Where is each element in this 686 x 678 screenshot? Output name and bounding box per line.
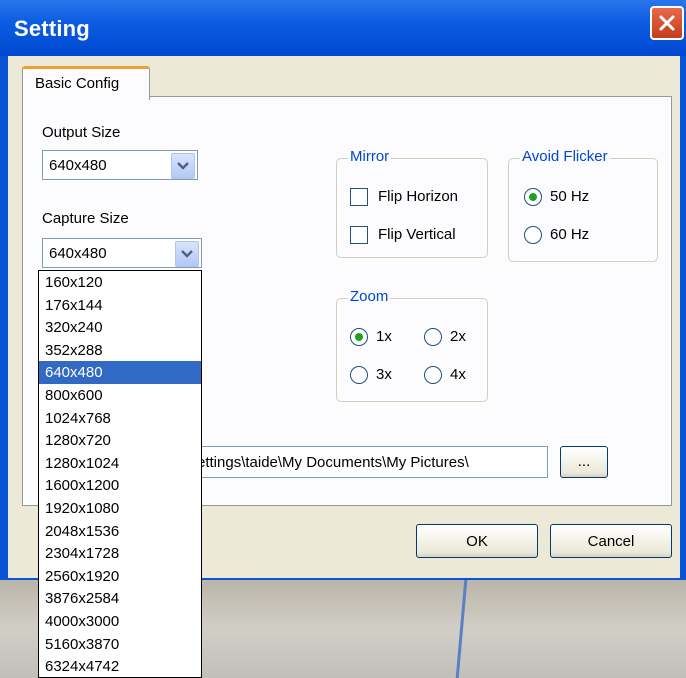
dropdown-option[interactable]: 800x600 bbox=[39, 384, 201, 407]
dropdown-option[interactable]: 176x144 bbox=[39, 294, 201, 317]
dropdown-option[interactable]: 1600x1200 bbox=[39, 474, 201, 497]
avoid-flicker-group bbox=[508, 158, 658, 262]
dropdown-option[interactable]: 3876x2584 bbox=[39, 587, 201, 610]
dropdown-option[interactable]: 1024x768 bbox=[39, 407, 201, 430]
dropdown-option[interactable]: 1920x1080 bbox=[39, 497, 201, 520]
output-size-label: Output Size bbox=[42, 124, 121, 141]
capture-size-label: Capture Size bbox=[42, 210, 129, 227]
chevron-down-icon bbox=[177, 162, 189, 170]
dropdown-option[interactable]: 2560x1920 bbox=[39, 565, 201, 588]
window-title: Setting bbox=[14, 16, 90, 41]
flip-horizon-checkbox[interactable] bbox=[350, 188, 368, 206]
dropdown-option[interactable]: 2048x1536 bbox=[39, 520, 201, 543]
dropdown-option[interactable]: 352x288 bbox=[39, 339, 201, 362]
chevron-down-icon bbox=[181, 250, 193, 258]
dropdown-option[interactable]: 1280x720 bbox=[39, 429, 201, 452]
dropdown-option[interactable]: 6324x4742 bbox=[39, 655, 201, 678]
dropdown-option[interactable]: 4000x3000 bbox=[39, 610, 201, 633]
flip-vertical-checkbox[interactable] bbox=[350, 226, 368, 244]
dropdown-option[interactable]: 640x480 bbox=[39, 361, 201, 385]
radio-60hz-label[interactable]: 60 Hz bbox=[550, 226, 589, 243]
cancel-button[interactable]: Cancel bbox=[550, 524, 672, 558]
capture-size-dropdown-list[interactable]: 160x120 176x144 320x240 352x288 640x480 800x6… bbox=[38, 270, 202, 678]
zoom-legend: Zoom bbox=[348, 288, 391, 305]
ok-button[interactable]: OK bbox=[416, 524, 538, 558]
radio-zoom-1x-label[interactable]: 1x bbox=[376, 328, 392, 345]
radio-zoom-1x[interactable] bbox=[350, 328, 368, 346]
output-size-select[interactable]: 640x480 bbox=[42, 150, 198, 180]
radio-zoom-4x[interactable] bbox=[424, 366, 442, 384]
output-size-dropdown-button[interactable] bbox=[171, 153, 195, 179]
radio-zoom-3x[interactable] bbox=[350, 366, 368, 384]
browse-button-label: ... bbox=[577, 453, 591, 470]
radio-zoom-4x-label[interactable]: 4x bbox=[450, 366, 466, 383]
close-button[interactable] bbox=[650, 6, 684, 40]
radio-zoom-2x-label[interactable]: 2x bbox=[450, 328, 466, 345]
cancel-button-label: Cancel bbox=[587, 533, 635, 550]
zoom-group bbox=[336, 298, 488, 402]
radio-50hz[interactable] bbox=[524, 188, 542, 206]
radio-zoom-3x-label[interactable]: 3x bbox=[376, 366, 392, 383]
dropdown-option[interactable]: 5160x3870 bbox=[39, 633, 201, 656]
mirror-legend: Mirror bbox=[348, 148, 392, 165]
radio-60hz[interactable] bbox=[524, 226, 542, 244]
dropdown-option[interactable]: 160x120 bbox=[39, 271, 201, 294]
dropdown-option[interactable]: 2304x1728 bbox=[39, 542, 201, 565]
browse-button[interactable]: ... bbox=[560, 446, 608, 478]
output-size-value: 640x480 bbox=[49, 157, 107, 174]
title-bar[interactable] bbox=[0, 0, 686, 56]
avoid-flicker-legend: Avoid Flicker bbox=[520, 148, 610, 165]
dropdown-option[interactable]: 1280x1024 bbox=[39, 452, 201, 475]
dropdown-option[interactable]: 320x240 bbox=[39, 316, 201, 339]
tab-label: Basic Config bbox=[35, 75, 120, 92]
capture-size-value: 640x480 bbox=[49, 245, 107, 262]
close-icon bbox=[659, 15, 675, 31]
radio-zoom-2x[interactable] bbox=[424, 328, 442, 346]
radio-50hz-label[interactable]: 50 Hz bbox=[550, 188, 589, 205]
capture-size-select[interactable]: 640x480 bbox=[42, 238, 202, 268]
save-path-field[interactable]: ettings\taide\My Documents\My Pictures\ bbox=[196, 446, 548, 478]
ok-button-label: OK bbox=[466, 533, 488, 550]
capture-size-dropdown-button[interactable] bbox=[175, 241, 199, 267]
flip-horizon-label[interactable]: Flip Horizon bbox=[378, 188, 458, 205]
tab-basic-config[interactable]: Basic Config bbox=[22, 66, 150, 100]
flip-vertical-label[interactable]: Flip Vertical bbox=[378, 226, 456, 243]
save-path-value: ettings\taide\My Documents\My Pictures\ bbox=[197, 454, 469, 471]
